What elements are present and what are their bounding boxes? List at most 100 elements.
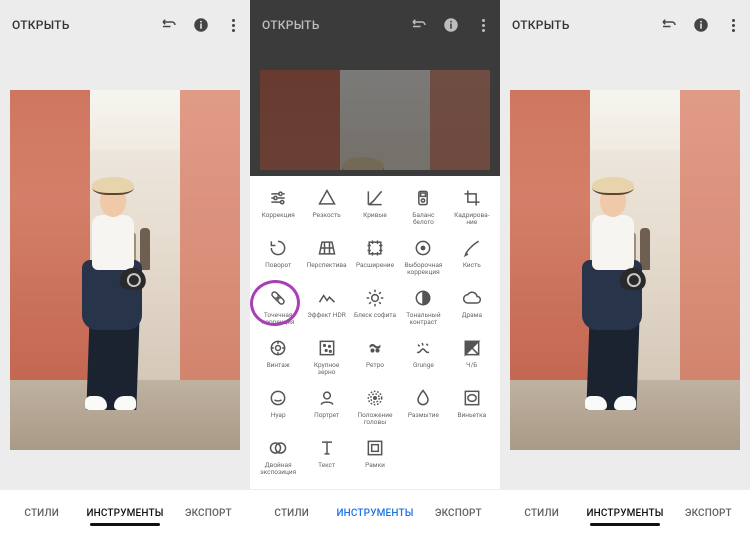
info-icon[interactable] [442,16,460,34]
undo-stack-icon[interactable] [160,16,178,34]
tool-retrolux[interactable]: Ретро [351,332,399,380]
tool-healing[interactable]: Точечная коррекция [254,282,302,330]
header-icons [410,16,492,34]
tool-drama[interactable]: Драма [448,282,496,330]
tool-label: Тональный контраст [401,312,445,327]
tool-text[interactable]: Текст [302,432,350,480]
tool-label: Коррекция [262,212,295,219]
tool-hdr[interactable]: Эффект HDR [302,282,350,330]
double-icon [267,437,289,459]
tool-label: Точечная коррекция [256,312,300,327]
tool-blur[interactable]: Размытие [399,382,447,430]
tool-label: Перспектива [307,262,347,269]
tool-headpose[interactable]: Положение головы [351,382,399,430]
tool-curves[interactable]: Кривые [351,182,399,230]
tonal-icon [412,287,434,309]
tool-grainy[interactable]: Крупное зерно [302,332,350,380]
drama-icon [461,287,483,309]
tab-tools[interactable]: ИНСТРУМЕНТЫ [583,496,666,531]
rotate-icon [267,237,289,259]
tool-label: Блеск софита [354,312,396,319]
open-button[interactable]: ОТКРЫТЬ [512,18,660,32]
undo-stack-icon[interactable] [660,16,678,34]
tool-label: Кисть [463,262,481,269]
tool-grunge[interactable]: Grunge [399,332,447,380]
tab-tools[interactable]: ИНСТРУМЕНТЫ [333,496,416,531]
tools-grid: Коррекция Резкость Кривые Баланс белогоКадр… [254,182,496,480]
tools-sheet: Коррекция Резкость Кривые Баланс белогоКадр… [250,176,500,537]
perspective-icon [316,237,338,259]
glamour-icon [364,287,386,309]
vignette-icon [461,387,483,409]
tool-bw[interactable]: Ч/Б [448,332,496,380]
more-icon[interactable] [224,16,242,34]
tool-label: Крупное зерно [305,362,349,377]
tool-double[interactable]: Двойная экспозиция [254,432,302,480]
tab-export[interactable]: ЭКСПОРТ [667,496,750,531]
crop-icon [461,187,483,209]
tool-perspective[interactable]: Перспектива [302,232,350,280]
selective-icon [412,237,434,259]
tool-label: Двойная экспозиция [256,462,300,477]
text-icon [316,437,338,459]
tool-brush[interactable]: Кисть [448,232,496,280]
curves-icon [364,187,386,209]
tab-export[interactable]: ЭКСПОРТ [417,496,500,531]
portrait-icon [316,387,338,409]
tab-tools[interactable]: ИНСТРУМЕНТЫ [83,496,166,531]
tune-icon [267,187,289,209]
tool-label: Ретро [366,362,384,369]
dim-photo [260,70,490,170]
tool-vignette[interactable]: Виньетка [448,382,496,430]
tool-label: Кадрирова-ние [450,212,494,227]
tab-styles[interactable]: СТИЛИ [0,496,83,531]
tool-label: Текст [318,462,335,469]
screen-editor-main: ОТКРЫТЬ СТИЛИ [0,0,250,537]
screen-tools-open: ОТКРЫТЬ Коррекция Резкость Кривые Баланс бе… [250,0,500,537]
header-icons [660,16,742,34]
screen-editor-main-copy: ОТКРЫТЬ СТИЛИ [500,0,750,537]
tool-crop[interactable]: Кадрирова-ние [448,182,496,230]
tab-export[interactable]: ЭКСПОРТ [167,496,250,531]
tool-label: Рамки [365,462,385,469]
tab-label: ИНСТРУМЕНТЫ [86,508,163,519]
tool-glamour[interactable]: Блеск софита [351,282,399,330]
bottom-tabbar: СТИЛИ ИНСТРУМЕНТЫ ЭКСПОРТ [250,489,500,537]
tool-label: Эффект HDR [307,312,345,319]
tab-label: ИНСТРУМЕНТЫ [586,508,663,519]
more-icon[interactable] [724,16,742,34]
tool-label: Поворот [265,262,291,269]
tool-label: Винтаж [267,362,290,369]
tab-styles[interactable]: СТИЛИ [250,496,333,531]
header: ОТКРЫТЬ [250,0,500,50]
tool-label: Ч/Б [466,362,477,369]
tool-vintage[interactable]: Винтаж [254,332,302,380]
tool-whitebal[interactable]: Баланс белого [399,182,447,230]
tool-tune[interactable]: Коррекция [254,182,302,230]
undo-stack-icon[interactable] [410,16,428,34]
open-button[interactable]: ОТКРЫТЬ [12,18,160,32]
more-icon[interactable] [474,16,492,34]
tab-styles[interactable]: СТИЛИ [500,496,583,531]
info-icon[interactable] [692,16,710,34]
tool-frames[interactable]: Рамки [351,432,399,480]
open-button[interactable]: ОТКРЫТЬ [262,18,410,32]
hdr-icon [316,287,338,309]
tool-tonal[interactable]: Тональный контраст [399,282,447,330]
bottom-tabbar: СТИЛИ ИНСТРУМЕНТЫ ЭКСПОРТ [0,489,250,537]
info-icon[interactable] [192,16,210,34]
tool-rotate[interactable]: Поворот [254,232,302,280]
tool-label: Расширение [356,262,394,269]
image-canvas[interactable] [500,50,750,489]
image-canvas[interactable] [0,50,250,489]
header: ОТКРЫТЬ [0,0,250,50]
tool-expand[interactable]: Расширение [351,232,399,280]
tool-portrait[interactable]: Портрет [302,382,350,430]
expand-icon [364,237,386,259]
tool-details[interactable]: Резкость [302,182,350,230]
tool-label: Нуар [271,412,286,419]
retrolux-icon [364,337,386,359]
tool-noir[interactable]: Нуар [254,382,302,430]
tool-label: Кривые [363,212,387,219]
tool-selective[interactable]: Выборочная коррекция [399,232,447,280]
